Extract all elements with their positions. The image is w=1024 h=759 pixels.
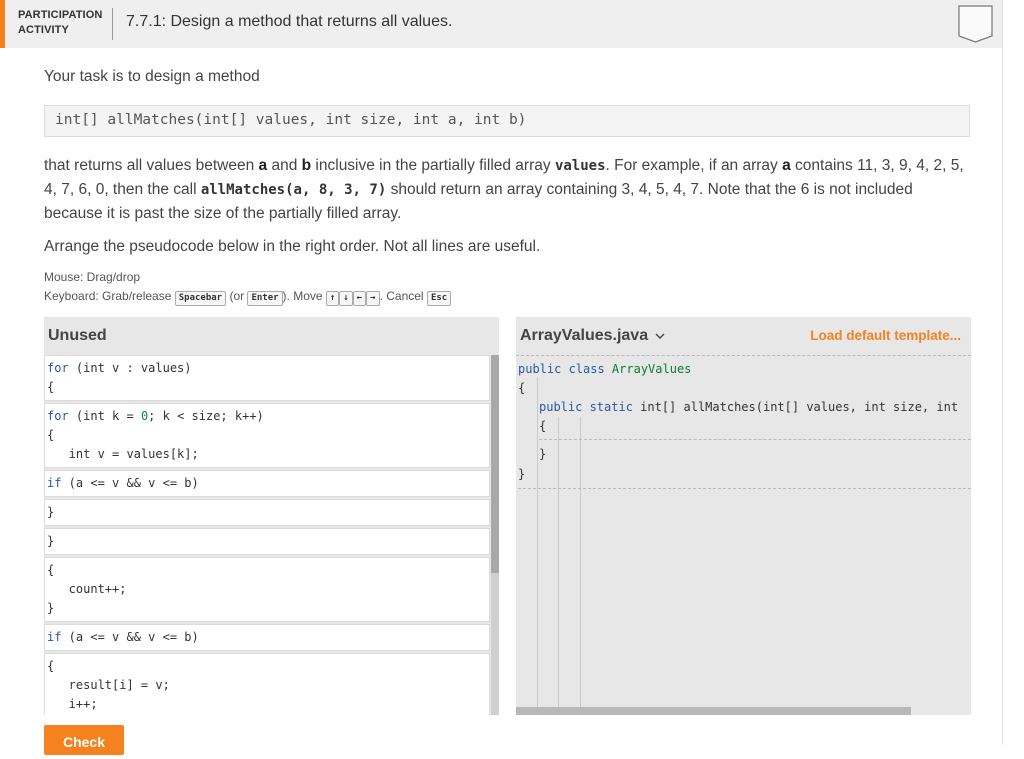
key-right-arrow-icon: → bbox=[366, 291, 379, 306]
bookmark-icon[interactable] bbox=[958, 5, 994, 48]
indent-guide bbox=[580, 417, 581, 707]
kbd-text: ). Move bbox=[283, 289, 326, 303]
unused-block-list: for (int v : values) { for (int k = 0; k… bbox=[44, 355, 490, 715]
desc-text: and bbox=[267, 157, 301, 174]
desc-text: that returns all values between bbox=[44, 157, 259, 174]
code-panel: ArrayValues.java Load default template..… bbox=[516, 317, 971, 715]
code-keyword: public static bbox=[539, 400, 640, 414]
desc-code: values bbox=[555, 158, 606, 174]
desc-var: a bbox=[259, 157, 268, 174]
key-left-arrow-icon: ← bbox=[353, 291, 366, 306]
method-close-brace: } bbox=[539, 447, 546, 461]
class-open-brace: { bbox=[518, 381, 525, 395]
code-block[interactable]: for (int v : values) { bbox=[44, 355, 490, 401]
chevron-down-icon bbox=[655, 332, 665, 340]
method-signature: int[] allMatches(int[] values, int size,… bbox=[44, 105, 970, 137]
file-selector[interactable]: ArrayValues.java bbox=[520, 327, 665, 345]
desc-code: allMatches(a, 8, 3, 7) bbox=[201, 182, 386, 198]
activity-title: 7.7.1: Design a method that returns all … bbox=[126, 13, 452, 31]
code-block[interactable]: } bbox=[44, 499, 490, 526]
code-block[interactable]: if (a <= v && v <= b) bbox=[44, 470, 490, 497]
scrollbar-thumb[interactable] bbox=[491, 355, 499, 573]
check-button[interactable]: Check bbox=[44, 725, 124, 755]
mouse-instruction: Mouse: Drag/drop bbox=[44, 270, 140, 284]
class-name: ArrayValues bbox=[612, 362, 691, 376]
class-declaration: public class ArrayValues bbox=[518, 362, 691, 376]
accent-bar bbox=[0, 0, 5, 48]
indent-guide bbox=[558, 417, 559, 707]
file-name: ArrayValues.java bbox=[520, 327, 648, 344]
keyboard-instruction: Keyboard: Grab/release Spacebar (or Ente… bbox=[44, 289, 451, 306]
key-spacebar: Spacebar bbox=[175, 291, 226, 306]
participation-activity-card: PARTICIPATION ACTIVITY 7.7.1: Design a m… bbox=[0, 0, 1003, 745]
method-open-brace: { bbox=[539, 419, 546, 433]
task-description: that returns all values between a and b … bbox=[44, 154, 974, 226]
activity-type-line2: ACTIVITY bbox=[18, 23, 102, 38]
code-block[interactable]: if (a <= v && v <= b) bbox=[44, 624, 490, 651]
activity-type-label: PARTICIPATION ACTIVITY bbox=[18, 8, 102, 38]
code-block[interactable]: for (int k = 0; k < size; k++) { int v =… bbox=[44, 403, 490, 468]
kbd-text: . Cancel bbox=[380, 289, 427, 303]
method-signature-text: int[] allMatches(int[] values, int size,… bbox=[640, 400, 958, 414]
class-close-brace: } bbox=[518, 467, 525, 481]
kbd-text: (or bbox=[226, 289, 247, 303]
key-enter: Enter bbox=[247, 291, 282, 306]
drop-zone-divider bbox=[516, 355, 971, 356]
code-horizontal-scrollbar[interactable] bbox=[516, 707, 911, 715]
desc-text: . For example, if an array bbox=[606, 157, 783, 174]
key-up-arrow-icon: ↑ bbox=[326, 291, 339, 306]
kbd-text: Keyboard: Grab/release bbox=[44, 289, 175, 303]
unused-panel: Unused for (int v : values) { for (int k… bbox=[44, 317, 499, 715]
code-keyword: public class bbox=[518, 362, 612, 376]
method-drop-zone[interactable] bbox=[539, 439, 971, 440]
code-block[interactable]: { count++; } bbox=[44, 557, 490, 622]
desc-var: b bbox=[302, 157, 311, 174]
code-block[interactable]: } bbox=[44, 528, 490, 555]
code-block[interactable]: { result[i] = v; i++; bbox=[44, 653, 490, 715]
desc-var: a bbox=[782, 157, 791, 174]
unused-scrollbar[interactable] bbox=[491, 355, 499, 715]
desc-text: inclusive in the partially filled array bbox=[311, 157, 555, 174]
activity-type-line1: PARTICIPATION bbox=[18, 8, 102, 23]
method-declaration: public static int[] allMatches(int[] val… bbox=[539, 400, 958, 414]
indent-guide bbox=[537, 377, 538, 707]
unused-panel-title: Unused bbox=[48, 327, 107, 345]
key-down-arrow-icon: ↓ bbox=[339, 291, 352, 306]
activity-header: PARTICIPATION ACTIVITY 7.7.1: Design a m… bbox=[0, 0, 1002, 48]
task-intro: Your task is to design a method bbox=[44, 65, 260, 89]
class-drop-zone[interactable] bbox=[518, 488, 971, 489]
arrange-instruction: Arrange the pseudocode below in the righ… bbox=[44, 235, 540, 259]
key-esc: Esc bbox=[427, 291, 451, 306]
load-default-template-link[interactable]: Load default template... bbox=[810, 328, 961, 343]
header-divider bbox=[112, 8, 113, 40]
